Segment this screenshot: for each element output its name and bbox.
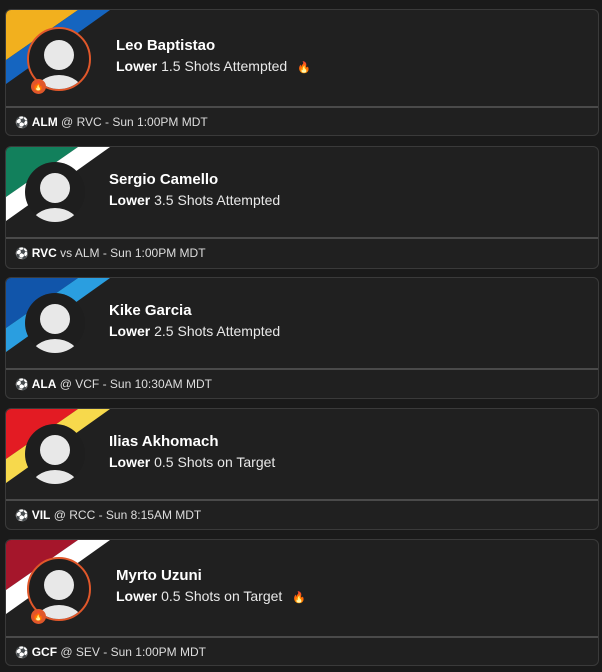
pick-stat: Shots on Target bbox=[177, 454, 276, 470]
player-name: Sergio Camello bbox=[109, 171, 219, 188]
avatar-head bbox=[40, 435, 70, 465]
player-name: Myrto Uzuni bbox=[116, 567, 202, 584]
avatar-body bbox=[31, 470, 79, 484]
pick-card-myrto-uzuni[interactable]: 🔥 Myrto Uzuni Lower 0.5 Shots on Target … bbox=[5, 539, 599, 666]
avatar-head bbox=[40, 304, 70, 334]
pick-line: Lower 2.5 Shots Attempted bbox=[109, 323, 280, 339]
pick-line: Lower 3.5 Shots Attempted bbox=[109, 192, 280, 208]
matchup-time: @ RVC - Sun 1:00PM MDT bbox=[61, 115, 208, 129]
game-info: ⚽ ALM @ RVC - Sun 1:00PM MDT bbox=[15, 115, 208, 129]
avatar-head bbox=[44, 40, 74, 70]
player-avatar bbox=[25, 293, 85, 353]
team-abbr: VIL bbox=[31, 508, 51, 522]
game-info: ⚽ RVC vs ALM - Sun 1:00PM MDT bbox=[15, 246, 206, 260]
pick-direction: Lower bbox=[116, 588, 158, 604]
pick-stat: Shots Attempted bbox=[177, 192, 281, 208]
pick-value: 1.5 bbox=[161, 58, 181, 74]
avatar-body bbox=[31, 339, 79, 353]
team-abbr: GCF bbox=[31, 645, 58, 659]
matchup-time: @ RCC - Sun 8:15AM MDT bbox=[53, 508, 202, 522]
flame-icon: 🔥 bbox=[292, 592, 306, 604]
card-divider bbox=[6, 368, 598, 370]
pick-value: 2.5 bbox=[154, 323, 174, 339]
pick-card-sergio-camello[interactable]: Sergio Camello Lower 3.5 Shots Attempted… bbox=[5, 146, 599, 269]
pick-line: Lower 0.5 Shots on Target 🔥 bbox=[116, 588, 306, 604]
matchup-time: @ SEV - Sun 1:00PM MDT bbox=[60, 645, 206, 659]
matchup-time: @ VCF - Sun 10:30AM MDT bbox=[59, 377, 212, 391]
flame-icon: 🔥 bbox=[297, 62, 311, 74]
game-info: ⚽ VIL @ RCC - Sun 8:15AM MDT bbox=[15, 508, 201, 522]
pick-line: Lower 0.5 Shots on Target bbox=[109, 454, 275, 470]
pick-direction: Lower bbox=[109, 454, 151, 470]
team-abbr: RVC bbox=[31, 246, 57, 260]
pick-direction: Lower bbox=[109, 323, 151, 339]
game-info: ⚽ GCF @ SEV - Sun 1:00PM MDT bbox=[15, 645, 206, 659]
soccer-ball-icon: ⚽ bbox=[15, 379, 29, 391]
soccer-ball-icon: ⚽ bbox=[15, 248, 29, 260]
soccer-ball-icon: ⚽ bbox=[15, 117, 29, 129]
game-info: ⚽ ALA @ VCF - Sun 10:30AM MDT bbox=[15, 377, 212, 391]
pick-value: 3.5 bbox=[154, 192, 174, 208]
pick-card-leo-baptistao[interactable]: 🔥 Leo Baptistao Lower 1.5 Shots Attempte… bbox=[5, 9, 599, 136]
card-divider bbox=[6, 499, 598, 501]
pick-card-ilias-akhomach[interactable]: Ilias Akhomach Lower 0.5 Shots on Target… bbox=[5, 408, 599, 530]
avatar-head bbox=[40, 173, 70, 203]
team-abbr: ALA bbox=[31, 377, 57, 391]
team-abbr: ALM bbox=[31, 115, 58, 129]
player-name: Ilias Akhomach bbox=[109, 433, 219, 450]
card-divider bbox=[6, 106, 598, 108]
avatar-head bbox=[44, 570, 74, 600]
card-divider bbox=[6, 237, 598, 239]
pick-value: 0.5 bbox=[154, 454, 174, 470]
player-name: Leo Baptistao bbox=[116, 37, 216, 54]
pick-stat: Shots on Target bbox=[184, 588, 283, 604]
pick-card-kike-garcia[interactable]: Kike Garcia Lower 2.5 Shots Attempted ⚽ A… bbox=[5, 277, 599, 399]
pick-stat: Shots Attempted bbox=[184, 58, 288, 74]
soccer-ball-icon: ⚽ bbox=[15, 647, 29, 659]
card-divider bbox=[6, 636, 598, 638]
player-avatar bbox=[25, 424, 85, 484]
flame-icon: 🔥 bbox=[31, 609, 46, 624]
avatar-body bbox=[31, 208, 79, 222]
pick-direction: Lower bbox=[116, 58, 158, 74]
flame-icon: 🔥 bbox=[31, 79, 46, 94]
soccer-ball-icon: ⚽ bbox=[15, 510, 29, 522]
pick-line: Lower 1.5 Shots Attempted 🔥 bbox=[116, 58, 311, 74]
pick-stat: Shots Attempted bbox=[177, 323, 281, 339]
pick-direction: Lower bbox=[109, 192, 151, 208]
player-name: Kike Garcia bbox=[109, 302, 192, 319]
matchup-time: vs ALM - Sun 1:00PM MDT bbox=[60, 246, 206, 260]
player-avatar bbox=[25, 162, 85, 222]
pick-value: 0.5 bbox=[161, 588, 181, 604]
